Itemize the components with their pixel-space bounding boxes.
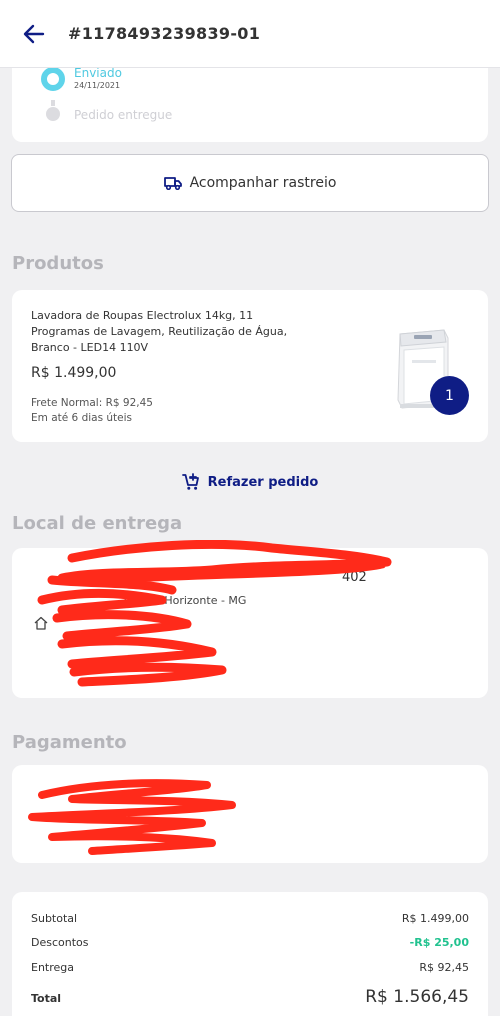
add-to-cart-icon (181, 473, 199, 490)
delivery-row: Entrega R$ 92,45 (31, 961, 469, 974)
status-shipped-indicator (41, 67, 65, 91)
shipping-cost: Frete Normal: R$ 92,45 (31, 397, 153, 409)
quantity-badge: 1 (430, 376, 469, 415)
product-item[interactable]: Lavadora de Roupas Electrolux 14kg, 11 P… (12, 290, 488, 442)
delivery-address-card: 402 s, Belo Horizonte - MG (12, 540, 488, 698)
address-city: s, Belo Horizonte - MG (124, 594, 247, 607)
status-delivered-label: Pedido entregue (74, 108, 173, 122)
delivery-time: Em até 6 dias úteis (31, 412, 133, 424)
track-shipment-button[interactable]: Acompanhar rastreio (11, 154, 489, 212)
status-shipped-label: Enviado (74, 66, 122, 80)
discount-value: -R$ 25,00 (409, 936, 469, 949)
reorder-button[interactable]: Refazer pedido (0, 470, 500, 494)
products-section-title: Produtos (12, 253, 104, 274)
pending-dot-icon (46, 100, 60, 121)
status-shipped-date: 24/11/2021 (74, 81, 121, 90)
payment-section-title: Pagamento (12, 732, 127, 753)
subtotal-value: R$ 1.499,00 (401, 912, 469, 925)
app-header: #1178493239839-01 (0, 0, 500, 68)
total-value: R$ 1.566,45 (365, 987, 469, 1007)
delivery-section-title: Local de entrega (12, 513, 183, 534)
reorder-label: Refazer pedido (207, 474, 319, 490)
discount-label: Descontos (31, 936, 89, 949)
order-summary: Subtotal R$ 1.499,00 Descontos -R$ 25,00… (12, 892, 488, 1016)
product-name: Lavadora de Roupas Electrolux 14kg, 11 P… (31, 309, 288, 354)
redaction-scribble (28, 779, 236, 855)
home-icon (34, 616, 48, 630)
total-label: Total (31, 992, 62, 1005)
subtotal-label: Subtotal (31, 912, 78, 925)
total-row: Total R$ 1.566,45 (31, 987, 469, 1007)
product-price: R$ 1.499,00 (31, 365, 117, 381)
address-street: 402 (342, 570, 367, 585)
delivery-fee-label: Entrega (31, 961, 75, 974)
subtotal-row: Subtotal R$ 1.499,00 (31, 912, 469, 925)
track-shipment-label: Acompanhar rastreio (189, 175, 337, 191)
arrow-left-icon (23, 24, 45, 43)
delivery-fee-value: R$ 92,45 (419, 961, 469, 974)
order-number: #1178493239839-01 (68, 24, 261, 43)
discount-row: Descontos -R$ 25,00 (31, 936, 469, 949)
truck-icon (163, 177, 182, 190)
product-shipping: Frete Normal: R$ 92,45 Em até 6 dias úte… (31, 396, 153, 426)
redaction-scribble (37, 540, 392, 687)
back-button[interactable] (0, 0, 68, 68)
payment-card (12, 765, 488, 863)
